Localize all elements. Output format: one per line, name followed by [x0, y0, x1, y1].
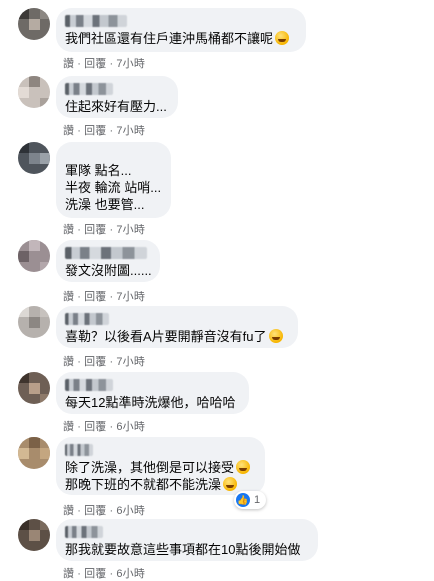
avatar[interactable]	[18, 76, 50, 108]
author-name[interactable]	[65, 83, 113, 95]
like-link[interactable]: 讚	[63, 418, 74, 434]
like-link[interactable]: 讚	[63, 353, 74, 369]
timestamp[interactable]: 6小時	[116, 418, 145, 434]
reply-link[interactable]: 回覆	[84, 565, 106, 581]
reply-link[interactable]: 回覆	[84, 353, 106, 369]
comment-actions: 讚 · 回覆 · 7小時	[63, 55, 145, 71]
comment-text: 洗澡 也要管...	[65, 197, 145, 212]
like-link[interactable]: 讚	[63, 221, 74, 237]
avatar[interactable]	[18, 519, 50, 551]
timestamp[interactable]: 7小時	[116, 221, 145, 237]
reply-link[interactable]: 回覆	[84, 418, 106, 434]
comment-bubble: 那我就要故意這些事項都在10點後開始做	[56, 519, 318, 561]
comment-feed: 我們社區還有住戶連沖馬桶都不讓呢 讚 · 回覆 · 7小時 住起來好有壓力... 讚 · 回…	[0, 0, 434, 580]
thumbs-up-icon: 👍	[236, 493, 250, 507]
like-link[interactable]: 讚	[63, 288, 74, 304]
timestamp[interactable]: 6小時	[116, 502, 145, 518]
reaction-count[interactable]: 👍 1	[234, 491, 267, 509]
comment-bubble: 喜勒？以後看A片要開靜音沒有fu了	[56, 306, 298, 348]
comment-actions: 讚 · 回覆 · 6小時	[63, 502, 145, 518]
like-link[interactable]: 讚	[63, 122, 74, 138]
author-name[interactable]	[65, 379, 113, 391]
comment-text: 每天12點準時洗爆他，哈哈哈	[65, 395, 236, 410]
comment-actions: 讚 · 回覆 · 6小時	[63, 418, 145, 434]
comment-actions: 讚 · 回覆 · 7小時	[63, 353, 145, 369]
author-name[interactable]	[65, 444, 93, 456]
comment-text: 半夜 輪流 站哨...	[65, 180, 162, 195]
laughing-face-icon	[275, 31, 290, 45]
reply-link[interactable]: 回覆	[84, 55, 106, 71]
timestamp[interactable]: 7小時	[116, 353, 145, 369]
comment-text: 那我就要故意這些事項都在10點後開始做	[65, 542, 301, 557]
grinning-face-icon	[236, 460, 251, 474]
avatar[interactable]	[18, 8, 50, 40]
comment-actions: 讚 · 回覆 · 7小時	[63, 122, 145, 138]
avatar[interactable]	[18, 437, 50, 469]
comment-text: 軍隊 點名...	[65, 163, 132, 178]
author-name[interactable]	[65, 313, 109, 325]
timestamp[interactable]: 6小時	[116, 565, 145, 581]
comment-bubble: 住起來好有壓力...	[56, 76, 178, 118]
comment-actions: 讚 · 回覆 · 7小時	[63, 221, 145, 237]
reply-link[interactable]: 回覆	[84, 502, 106, 518]
comment-text: 我們社區還有住戶連沖馬桶都不讓呢	[65, 31, 274, 46]
timestamp[interactable]: 7小時	[116, 55, 145, 71]
reply-link[interactable]: 回覆	[84, 122, 106, 138]
comment-bubble: 發文沒附圖......	[56, 240, 160, 282]
comment-text: 發文沒附圖......	[65, 263, 152, 278]
like-link[interactable]: 讚	[63, 502, 74, 518]
reaction-number: 1	[254, 494, 261, 506]
comment-text: 住起來好有壓力...	[65, 99, 167, 114]
author-name[interactable]	[65, 247, 147, 259]
author-name[interactable]	[65, 15, 127, 27]
comment-bubble: 除了洗澡，其他倒是可以接受 那晚下班的不就都不能洗澡	[56, 437, 265, 495]
comment-bubble: 軍隊 點名... 半夜 輪流 站哨... 洗澡 也要管...	[56, 142, 171, 218]
reply-link[interactable]: 回覆	[84, 288, 106, 304]
comment-text: 除了洗澡，其他倒是可以接受	[65, 460, 235, 475]
avatar[interactable]	[18, 142, 50, 174]
like-link[interactable]: 讚	[63, 565, 74, 581]
comment-text: 喜勒？以後看A片要開靜音沒有fu了	[65, 329, 267, 344]
comment-bubble: 我們社區還有住戶連沖馬桶都不讓呢	[56, 8, 306, 52]
timestamp[interactable]: 7小時	[116, 288, 145, 304]
avatar[interactable]	[18, 372, 50, 404]
author-name[interactable]	[65, 526, 103, 538]
comment-actions: 讚 · 回覆 · 6小時	[63, 565, 145, 581]
like-link[interactable]: 讚	[63, 55, 74, 71]
sweat-smile-face-icon	[223, 477, 238, 491]
comment-bubble: 每天12點準時洗爆他，哈哈哈	[56, 372, 249, 414]
comment-text: 那晚下班的不就都不能洗澡	[65, 477, 222, 492]
crying-laughing-face-icon	[268, 329, 283, 343]
comment-actions: 讚 · 回覆 · 7小時	[63, 288, 145, 304]
reply-link[interactable]: 回覆	[84, 221, 106, 237]
timestamp[interactable]: 7小時	[116, 122, 145, 138]
avatar[interactable]	[18, 240, 50, 272]
avatar[interactable]	[18, 306, 50, 338]
